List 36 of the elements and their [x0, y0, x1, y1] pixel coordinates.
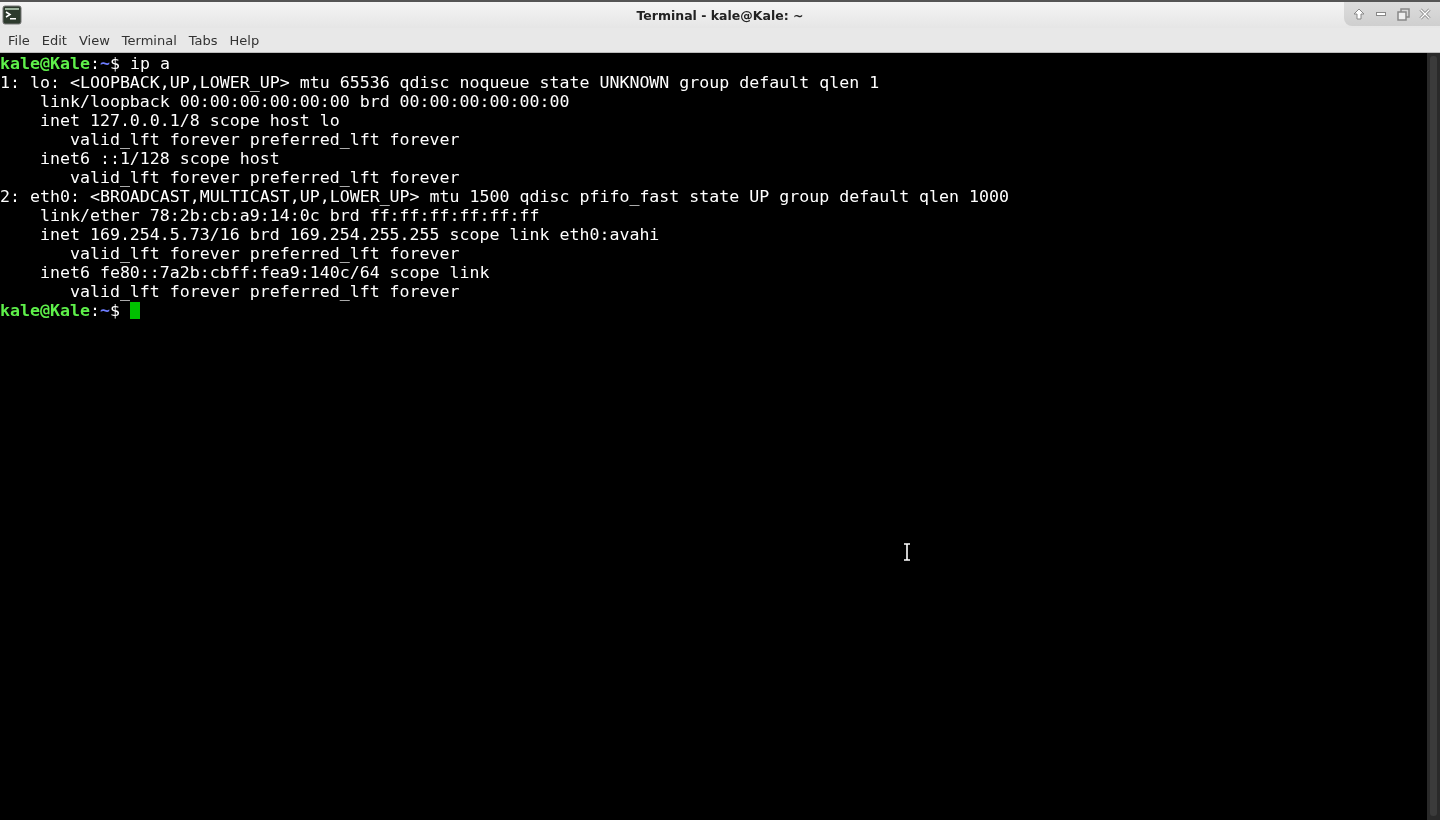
command-text: ip a — [129, 54, 170, 73]
output-line: valid_lft forever preferred_lft forever — [68, 244, 460, 263]
output-line: valid_lft forever preferred_lft forever — [68, 168, 460, 187]
window-title: Terminal - kale@Kale: ~ — [636, 7, 804, 23]
menu-item[interactable]: Terminal — [115, 32, 183, 48]
prompt-user: kale@Kale — [0, 301, 90, 320]
terminal-icon — [2, 5, 22, 25]
output-line: inet6 ::1/128 scope host — [38, 149, 280, 168]
menu-item[interactable]: Tabs — [182, 32, 224, 48]
menu-item[interactable]: View — [72, 32, 116, 48]
menu-item[interactable]: Edit — [35, 32, 73, 48]
up-arrow-icon — [1353, 8, 1365, 20]
output-line: valid_lft forever preferred_lft forever — [68, 130, 460, 149]
prompt-separator: : — [89, 54, 100, 73]
output-line: valid_lft forever preferred_lft forever — [68, 282, 460, 301]
restore-icon — [1396, 7, 1410, 21]
output-line: link/loopback 00:00:00:00:00:00 brd 00:00:00:00:00:00 — [38, 92, 570, 111]
output-line: inet 127.0.0.1/8 scope host lo — [38, 111, 340, 130]
prompt-user: kale@Kale — [0, 54, 90, 73]
close-icon — [1419, 8, 1431, 20]
scrollbar[interactable] — [1427, 53, 1440, 820]
prompt-symbol: $ — [109, 54, 120, 73]
output-line: 2: eth0: <BROADCAST,MULTICAST,UP,LOWER_UP> mtu 1500 qdisc pfifo_fast state UP group default qlen 1000 — [0, 187, 1010, 206]
menu-item[interactable]: Help — [223, 32, 266, 48]
maximize-button[interactable] — [1394, 5, 1412, 23]
output-line: inet 169.254.5.73/16 brd 169.254.255.255 scope link eth0:avahi — [38, 225, 660, 244]
menu-item[interactable]: File — [2, 32, 36, 48]
output-line: inet6 fe80::7a2b:cbff:fea9:140c/64 scope link — [38, 263, 490, 282]
prompt-symbol: $ — [109, 301, 120, 320]
minimize-icon — [1376, 12, 1386, 16]
prompt-path: ~ — [99, 54, 110, 73]
prompt-separator: : — [89, 301, 100, 320]
output-line: 1: lo: <LOOPBACK,UP,LOWER_UP> mtu 65536 qdisc noqueue state UNKNOWN group default qlen 1 — [0, 73, 880, 92]
output-line: link/ether 78:2b:cb:a9:14:0c brd ff:ff:ff:ff:ff:ff — [38, 206, 540, 225]
prompt-path: ~ — [99, 301, 110, 320]
text-cursor-icon — [902, 543, 912, 561]
